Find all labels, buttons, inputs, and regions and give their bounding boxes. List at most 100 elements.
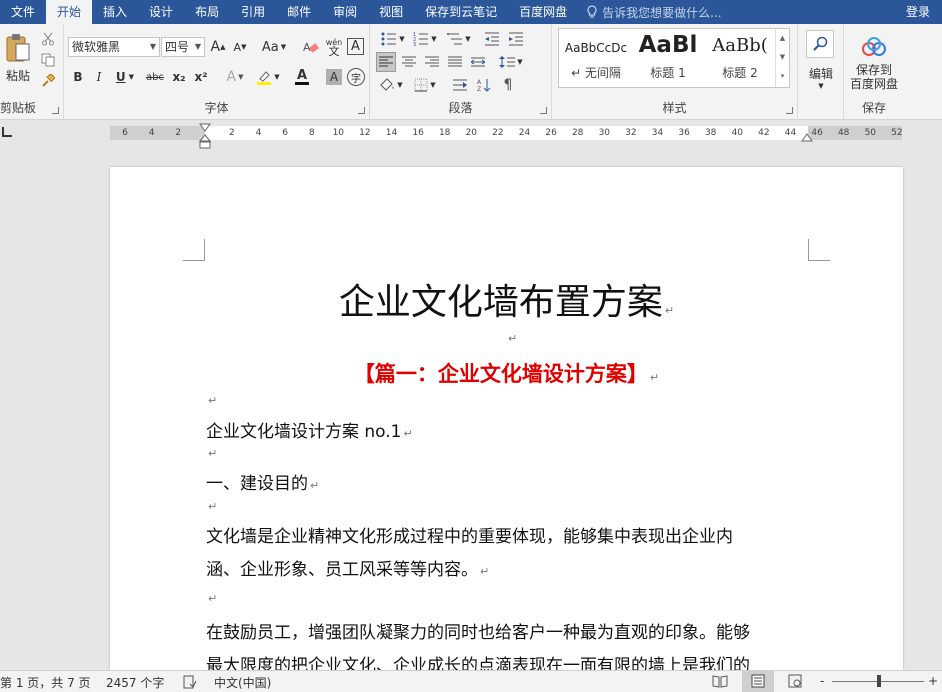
web-layout-icon[interactable] xyxy=(788,674,802,688)
justify-button[interactable] xyxy=(445,52,465,72)
clear-format-button[interactable]: A xyxy=(302,38,320,56)
style-heading-2[interactable]: AaBb( 标题 2 xyxy=(705,29,775,87)
decrease-indent-button[interactable] xyxy=(482,30,502,48)
empty-paragraph[interactable]: ↵ xyxy=(206,591,217,605)
bold-button[interactable]: B xyxy=(70,68,86,86)
document-page[interactable]: 企业文化墙布置方案 ↵ ↵ 【篇一：企业文化墙设计方案】 ↵ ↵ 企业文化墙设计方案… xyxy=(110,167,903,687)
grow-font-button[interactable]: A ▲ xyxy=(209,38,227,56)
zoom-in-button[interactable]: + xyxy=(928,674,938,688)
increase-indent-icon xyxy=(509,32,523,46)
sort-button[interactable]: AZ xyxy=(474,75,494,95)
right-indent-marker[interactable] xyxy=(801,133,813,145)
document-title[interactable]: 企业文化墙布置方案 ↵ xyxy=(110,273,903,325)
body-line-4[interactable]: 涵、企业形象、员工风采等等内容。 ↵ xyxy=(206,555,489,580)
tab-view[interactable]: 视图 xyxy=(368,0,414,24)
superscript-button[interactable]: x² xyxy=(192,68,210,86)
empty-paragraph[interactable]: ↵ xyxy=(206,393,217,407)
numbering-button[interactable]: 1 2 3 ▼ xyxy=(410,30,440,48)
body-line-5-text: 在鼓励员工，增强团队凝聚力的同时也给客户一种最为直观的印象。能够 xyxy=(206,623,750,643)
line-spacing-button[interactable]: ▼ xyxy=(496,52,526,72)
show-marks-button[interactable]: ¶ xyxy=(498,75,518,95)
word-count[interactable]: 2457 个字 xyxy=(106,674,164,691)
increase-indent-button[interactable] xyxy=(506,30,526,48)
shading-button[interactable]: ▼ xyxy=(376,75,406,95)
tab-mailings[interactable]: 邮件 xyxy=(276,0,322,24)
text-effects-button[interactable]: A ▼ xyxy=(222,68,248,86)
strikethrough-button[interactable]: abc xyxy=(144,68,166,86)
subscript-button[interactable]: x₂ xyxy=(170,68,188,86)
underline-button[interactable]: U ▼ xyxy=(112,68,138,86)
tab-file[interactable]: 文件 xyxy=(0,0,46,24)
change-case-button[interactable]: Aa ▼ xyxy=(258,38,290,56)
ruler-tick-label: 2 xyxy=(175,128,182,138)
clipboard-launcher[interactable] xyxy=(52,107,59,114)
body-line-5[interactable]: 在鼓励员工，增强团队凝聚力的同时也给客户一种最为直观的印象。能够 xyxy=(206,618,750,643)
tab-save-cloud-note[interactable]: 保存到云笔记 xyxy=(414,0,508,24)
tab-references[interactable]: 引用 xyxy=(230,0,276,24)
style-no-spacing[interactable]: AaBbCcDc ↵ 无间隔 xyxy=(561,29,631,87)
tab-baidu-netdisk[interactable]: 百度网盘 xyxy=(508,0,578,24)
align-left-button[interactable] xyxy=(376,52,396,72)
chinese-layout-button[interactable] xyxy=(450,75,470,95)
tab-design[interactable]: 设计 xyxy=(138,0,184,24)
bullets-button[interactable]: ▼ xyxy=(378,30,408,48)
ruler-tick-label: 12 xyxy=(359,128,371,138)
print-layout-button[interactable] xyxy=(742,671,774,692)
document-subtitle[interactable]: 【篇一：企业文化墙设计方案】 ↵ xyxy=(110,358,903,388)
style-sample-no-spacing: AaBbCcDc xyxy=(564,41,628,55)
character-shading-button[interactable]: A xyxy=(326,69,342,85)
font-size-combo[interactable]: 四号 ▼ xyxy=(161,37,205,57)
tab-home[interactable]: 开始 xyxy=(46,0,93,24)
first-line-indent-marker[interactable] xyxy=(199,123,211,149)
tell-me-search[interactable]: 告诉我您想要做什么... xyxy=(586,4,722,21)
borders-button[interactable]: ▼ xyxy=(410,75,440,95)
find-button[interactable] xyxy=(806,30,834,58)
page-count[interactable]: 第 1 页，共 7 页 xyxy=(0,674,91,691)
read-mode-icon[interactable] xyxy=(712,674,728,688)
highlight-button[interactable]: ▼ xyxy=(254,68,282,86)
ruler-tick-label: 2 xyxy=(229,128,235,138)
font-launcher[interactable] xyxy=(358,107,365,114)
empty-paragraph[interactable]: ↵ xyxy=(206,446,217,460)
ruler-tick-label: 10 xyxy=(332,128,345,138)
tab-review[interactable]: 审阅 xyxy=(322,0,368,24)
align-right-button[interactable] xyxy=(422,52,442,72)
tab-layout[interactable]: 布局 xyxy=(184,0,230,24)
copy-button[interactable] xyxy=(38,51,58,69)
body-line-2[interactable]: 一、建设目的 ↵ xyxy=(206,469,319,494)
cut-button[interactable] xyxy=(38,30,58,48)
styles-scroll[interactable]: ▲ ▼ ▾ xyxy=(775,29,789,87)
horizontal-ruler[interactable]: 6 4 2 2 4 6 8 10 12 14 16 18 20 22 24 26 28 30 32 34 36 38 40 4… xyxy=(0,121,942,149)
body-line-1[interactable]: 企业文化墙设计方案 no.1 ↵ xyxy=(206,417,413,442)
editing-button[interactable]: 编辑 ▼ xyxy=(802,62,840,92)
tab-selector-icon[interactable] xyxy=(2,127,12,137)
login-button[interactable]: 登录 xyxy=(906,0,930,24)
align-left-icon xyxy=(379,56,393,67)
multilevel-list-button[interactable]: ▼ xyxy=(444,30,474,48)
empty-paragraph[interactable]: ↵ xyxy=(206,499,217,513)
save-to-baidu-button[interactable]: 保存到 百度网盘 xyxy=(844,30,904,98)
distributed-button[interactable] xyxy=(468,52,488,72)
enclose-characters-button[interactable]: 字 xyxy=(347,68,365,86)
styles-launcher[interactable] xyxy=(786,107,793,114)
language-indicator[interactable]: 中文(中国) xyxy=(214,674,271,691)
zoom-out-button[interactable]: - xyxy=(820,674,824,688)
phonetic-guide-button[interactable]: wén 文 xyxy=(324,36,344,58)
proofing-icon[interactable] xyxy=(183,675,197,689)
format-painter-button[interactable] xyxy=(38,72,58,90)
style-heading-1[interactable]: AaBl 标题 1 xyxy=(633,29,703,87)
italic-button[interactable]: I xyxy=(91,68,107,86)
font-color-button[interactable]: A xyxy=(288,68,316,86)
body-line-3[interactable]: 文化墙是企业精神文化形成过程中的重要体现，能够集中表现出企业内 xyxy=(206,522,733,547)
tab-insert[interactable]: 插入 xyxy=(92,0,138,24)
paragraph-launcher[interactable] xyxy=(540,107,547,114)
print-layout-icon xyxy=(751,674,765,688)
character-border-button[interactable]: A xyxy=(347,38,364,55)
zoom-slider-thumb[interactable] xyxy=(877,675,881,687)
empty-paragraph[interactable]: ↵ xyxy=(506,331,517,345)
shrink-font-button[interactable]: A ▼ xyxy=(231,38,249,56)
align-center-button[interactable] xyxy=(399,52,419,72)
paste-button[interactable]: 粘贴 xyxy=(2,30,34,86)
change-case-glyph: Aa xyxy=(261,39,279,55)
font-name-combo[interactable]: 微软雅黑 ▼ xyxy=(68,37,160,57)
